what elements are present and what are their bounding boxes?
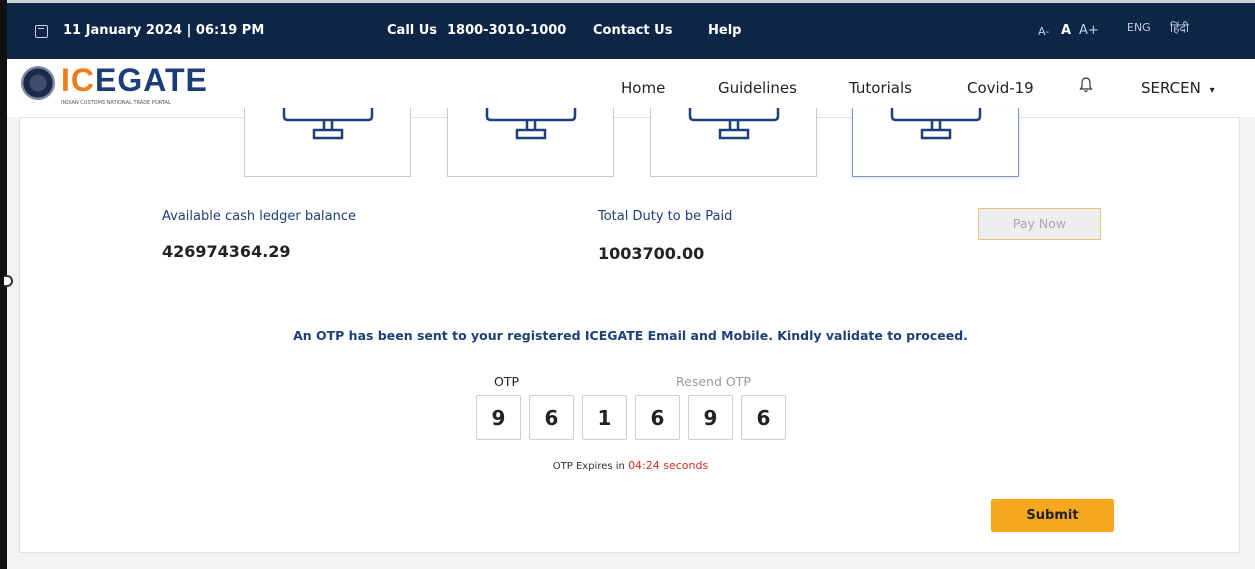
payment-method-tile[interactable]: [447, 108, 614, 177]
icegate-logo[interactable]: ICEGATE INDIAN CUSTOMS NATIONAL TRADE PO…: [21, 62, 221, 114]
monitor-icon: [688, 108, 779, 140]
bell-icon[interactable]: [1079, 77, 1093, 93]
nav-guidelines[interactable]: Guidelines: [718, 79, 797, 97]
lang-english-button[interactable]: ENG: [1127, 21, 1151, 34]
otp-digit-input[interactable]: 6: [741, 395, 786, 440]
calendar-icon: [35, 25, 48, 38]
cash-ledger-value: 426974364.29: [162, 242, 291, 261]
current-datetime: 11 January 2024 | 06:19 PM: [63, 23, 265, 38]
monitor-icon: [485, 108, 576, 140]
otp-sent-message: An OTP has been sent to your registered …: [293, 328, 968, 343]
payment-method-tile-selected[interactable]: [852, 108, 1019, 177]
phone-number[interactable]: 1800-3010-1000: [447, 23, 566, 38]
help-link[interactable]: Help: [708, 23, 741, 38]
lang-hindi-button[interactable]: हिंदी: [1170, 19, 1189, 36]
resend-otp-link[interactable]: Resend OTP: [676, 374, 751, 389]
otp-expiry-text: OTP Expires in 04:24 seconds: [20, 459, 1241, 472]
otp-digit-input[interactable]: 1: [582, 395, 627, 440]
monitor-icon: [282, 108, 373, 140]
call-us-label: Call Us: [387, 23, 438, 38]
cash-ledger-label: Available cash ledger balance: [162, 209, 357, 224]
nav-home[interactable]: Home: [621, 79, 665, 97]
submit-button[interactable]: Submit: [991, 499, 1114, 532]
logo-subtitle: INDIAN CUSTOMS NATIONAL TRADE PORTAL: [61, 100, 171, 106]
caret-down-icon: ▾: [1209, 85, 1215, 96]
font-decrease-button[interactable]: A-: [1038, 25, 1049, 38]
otp-expiry-countdown: 04:24 seconds: [628, 459, 709, 472]
user-menu[interactable]: SERCEN ▾: [1141, 79, 1215, 97]
font-increase-button[interactable]: A+: [1079, 23, 1099, 38]
pay-now-button[interactable]: Pay Now: [978, 208, 1101, 240]
otp-digit-input[interactable]: 9: [476, 395, 521, 440]
otp-digit-input[interactable]: 9: [688, 395, 733, 440]
total-duty-label: Total Duty to be Paid: [598, 209, 733, 224]
font-normal-button[interactable]: A: [1061, 23, 1071, 38]
user-name: SERCEN: [1141, 79, 1201, 97]
otp-digit-input[interactable]: 6: [529, 395, 574, 440]
monitor-icon: [890, 108, 981, 140]
emblem-icon: [21, 66, 55, 100]
nav-covid-19[interactable]: Covid-19: [967, 79, 1034, 97]
payment-method-tile[interactable]: [244, 108, 411, 177]
total-duty-value: 1003700.00: [598, 244, 705, 263]
payment-card: Available cash ledger balance 426974364.…: [19, 108, 1241, 553]
nav-tutorials[interactable]: Tutorials: [849, 79, 912, 97]
side-panel-handle-icon[interactable]: [4, 275, 13, 287]
main-navbar: ICEGATE INDIAN CUSTOMS NATIONAL TRADE PO…: [7, 59, 1255, 117]
otp-expiry-prefix: OTP Expires in: [552, 461, 625, 472]
payment-method-tile[interactable]: [650, 108, 817, 177]
logo-wordmark: ICEGATE: [61, 62, 208, 98]
otp-digit-input[interactable]: 6: [635, 395, 680, 440]
contact-us-link[interactable]: Contact Us: [593, 23, 672, 38]
otp-label: OTP: [494, 374, 520, 389]
top-utility-bar: 11 January 2024 | 06:19 PM Call Us 1800-…: [7, 3, 1255, 59]
